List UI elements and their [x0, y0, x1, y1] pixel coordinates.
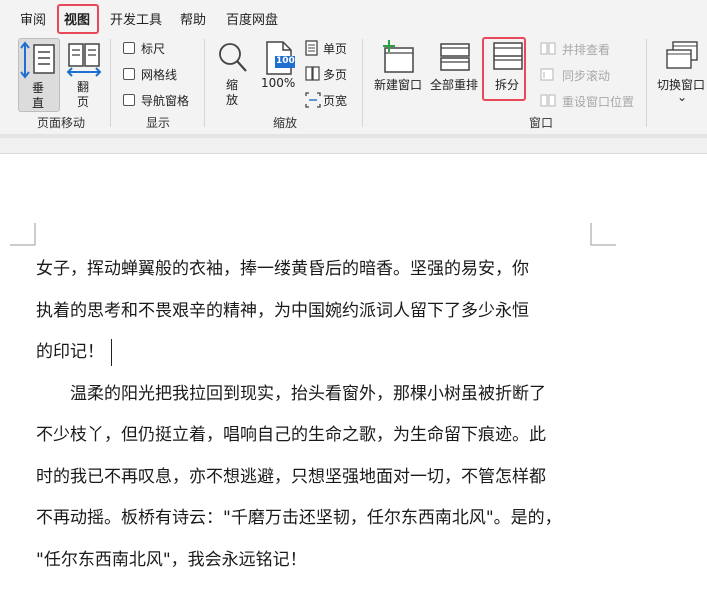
tab-developer[interactable]: 开发工具: [110, 9, 162, 28]
nav-pane-label: 导航窗格: [141, 94, 190, 108]
reset-position-icon: [540, 94, 556, 107]
multi-page-icon: [305, 66, 320, 81]
chevron-down-icon: ⌄: [677, 90, 688, 104]
side-by-side-label: 并排查看: [562, 43, 611, 57]
ruler-checkbox[interactable]: [123, 42, 135, 54]
flip-page-button[interactable]: 翻 页: [64, 38, 104, 112]
side-to-side-icon: [66, 43, 102, 77]
margin-corner-mark-right: [590, 223, 616, 246]
paragraph-line: 不再动摇。板桥有诗云："千磨万击还坚韧，任尔东西南北风"。是的，: [36, 508, 562, 528]
switch-window-button[interactable]: 切换窗口 ⌄: [655, 38, 707, 112]
multi-page-label: 多页: [323, 68, 348, 82]
flip-label-2: 页: [77, 95, 90, 109]
nav-pane-checkbox[interactable]: [123, 94, 135, 106]
single-page-icon: [305, 40, 318, 56]
view-tab-highlight: [57, 4, 99, 34]
group-divider: [362, 39, 363, 127]
margin-corner-mark-left: [10, 223, 36, 246]
vertical-label-2: 直: [32, 96, 45, 110]
magnifier-icon: [219, 43, 247, 72]
new-window-icon: [383, 40, 414, 73]
paragraph-line: 女子，挥动蝉翼般的衣袖，捧一缕黄昏后的暗香。坚强的易安，你: [36, 259, 529, 279]
paragraph-line: 的印记！: [36, 342, 104, 362]
paragraph-line: 温柔的阳光把我拉回到现实，抬头看窗外，那棵小树虽被折断了: [36, 383, 546, 404]
paragraph-line: 执着的思考和不畏艰辛的精神，为中国婉约派词人留下了多少永恒: [36, 300, 529, 321]
ruler-label: 标尺: [141, 42, 166, 56]
zoom-button[interactable]: 缩 放: [214, 38, 252, 112]
zoom-label-2: 放: [226, 93, 239, 107]
page-width-label: 页宽: [323, 94, 348, 108]
paragraph-line: "任尔东西南北风"，我会永远铭记！: [36, 549, 307, 570]
single-page-label: 单页: [323, 42, 348, 56]
group-label-zoom: 缩放: [273, 116, 298, 130]
arrange-all-icon: [440, 43, 470, 71]
paragraph-line: 不少枝丫，但仍挺立着，唱响自己的生命之歌，为生命留下痕迹。此: [36, 425, 546, 445]
tab-review[interactable]: 审阅: [20, 9, 46, 28]
tab-baidu-netdisk[interactable]: 百度网盘: [226, 9, 278, 28]
zoom-100-label: 100%: [261, 76, 296, 90]
text-cursor: [111, 339, 112, 366]
group-divider: [204, 39, 205, 127]
switch-window-icon: [666, 41, 698, 69]
percent-icon-text: 100: [276, 56, 295, 66]
new-window-button[interactable]: 新建窗口: [372, 38, 426, 112]
vertical-scroll-icon: [20, 41, 55, 79]
ribbon-panel: 垂 直 翻 页 页面移动 标尺 网格线 导航窗格 显示 缩 放 100 100%…: [0, 34, 707, 134]
group-divider: [110, 39, 111, 127]
zoom-100-button[interactable]: 100 100%: [258, 38, 298, 112]
gridlines-checkbox[interactable]: [123, 68, 135, 80]
paragraph-line: 时的我已不再叹息，亦不想逃避，只想坚强地面对一切，不管怎样都: [36, 466, 546, 487]
group-label-window: 窗口: [529, 116, 554, 130]
ribbon-tab-bar: 审阅 视图 开发工具 帮助 百度网盘: [0, 0, 707, 34]
group-label-show: 显示: [146, 116, 171, 130]
new-window-label: 新建窗口: [374, 78, 423, 92]
sync-scroll-label: 同步滚动: [562, 69, 611, 83]
sync-scroll-icon: [540, 68, 554, 81]
split-highlight: [482, 37, 526, 101]
gridlines-label: 网格线: [141, 68, 178, 82]
vertical-button[interactable]: 垂 直: [18, 38, 60, 112]
arrange-all-button[interactable]: 全部重排: [428, 38, 482, 112]
document-page[interactable]: 女子，挥动蝉翼般的衣袖，捧一缕黄昏后的暗香。坚强的易安，你 执着的思考和不畏艰辛…: [0, 155, 707, 598]
group-label-page-move: 页面移动: [37, 116, 86, 130]
ruler-strip: [0, 138, 707, 154]
page-width-icon: [305, 92, 321, 108]
tab-help[interactable]: 帮助: [180, 9, 206, 28]
reset-position-label: 重设窗口位置: [562, 95, 635, 109]
side-by-side-icon: [540, 42, 556, 55]
group-divider: [646, 39, 647, 127]
arrange-all-label: 全部重排: [430, 78, 479, 92]
